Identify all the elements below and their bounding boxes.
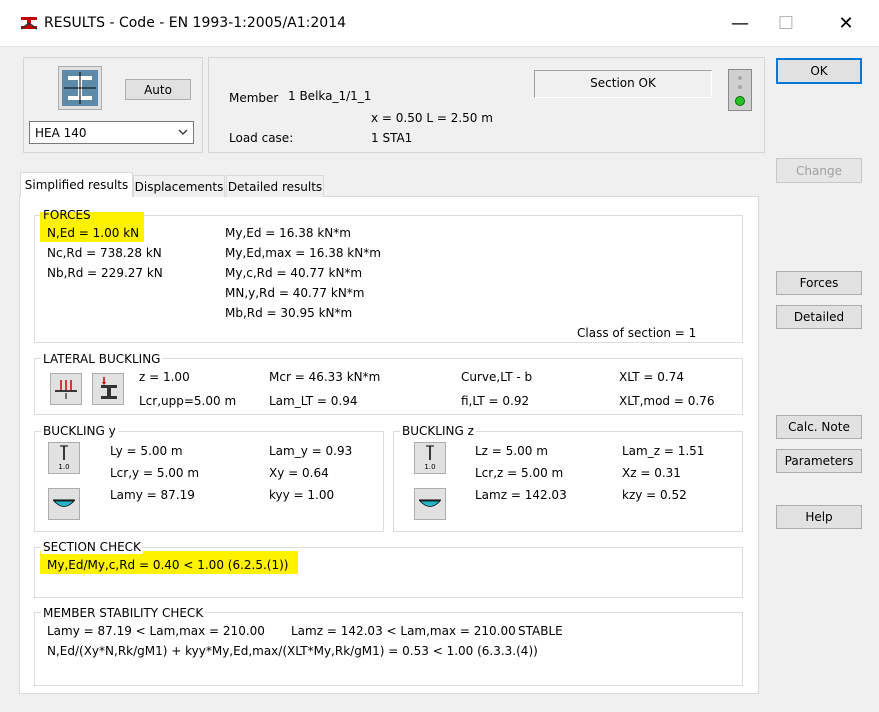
- app-logo-icon: [19, 14, 39, 32]
- close-button[interactable]: ✕: [823, 0, 869, 46]
- section-type-button[interactable]: [58, 66, 102, 110]
- status-light-green-icon: [735, 96, 745, 106]
- title-bar: RESULTS - Code - EN 1993-1:2005/A1:2014 …: [0, 0, 879, 47]
- forces-title: FORCES: [43, 208, 91, 222]
- i-beam-icon: [62, 70, 98, 106]
- buckling-y-title: BUCKLING y: [41, 424, 118, 438]
- lb-z: z = 1.00: [139, 370, 190, 384]
- moment-my-ed-max: My,Ed,max = 16.38 kN*m: [225, 246, 381, 260]
- ms-formula: N,Ed/(Xy*N,Rk/gM1) + kyy*My,Ed,max/(XLT*…: [47, 644, 538, 658]
- buckling-z-deformation-button[interactable]: [414, 488, 446, 520]
- calc-note-button[interactable]: Calc. Note: [776, 415, 862, 439]
- ok-button[interactable]: OK: [776, 58, 862, 84]
- by-lamy: Lamy = 87.19: [110, 488, 195, 502]
- moment-mb-rd: Mb,Rd = 30.95 kN*m: [225, 306, 353, 320]
- maximize-button[interactable]: ☐: [763, 0, 809, 46]
- tab-displacements[interactable]: Displacements: [133, 175, 225, 197]
- buckling-z-title: BUCKLING z: [400, 424, 476, 438]
- bz-lcr-z: Lcr,z = 5.00 m: [475, 466, 564, 480]
- profile-select[interactable]: HEA 140: [29, 121, 194, 144]
- by-xy: Xy = 0.64: [269, 466, 329, 480]
- force-nc-rd: Nc,Rd = 738.28 kN: [47, 246, 162, 260]
- profile-select-value: HEA 140: [35, 126, 87, 140]
- lb-lcr-upp: Lcr,upp=5.00 m: [139, 394, 237, 408]
- bz-kzy: kzy = 0.52: [622, 488, 687, 502]
- member-value: 1 Belka_1/1_1: [288, 89, 372, 103]
- lb-mcr: Mcr = 46.33 kN*m: [269, 370, 381, 384]
- moment-mn-y-rd: MN,y,Rd = 40.77 kN*m: [225, 286, 365, 300]
- auto-button[interactable]: Auto: [125, 79, 191, 100]
- by-lam-y: Lam_y = 0.93: [269, 444, 353, 458]
- section-status-field: Section OK: [534, 70, 712, 98]
- change-button[interactable]: Change: [776, 158, 862, 183]
- lateral-buckling-title: LATERAL BUCKLING: [41, 352, 163, 366]
- member-stability-title: MEMBER STABILITY CHECK: [41, 606, 206, 620]
- detailed-button[interactable]: Detailed: [776, 305, 862, 329]
- lb-xlt: XLT = 0.74: [619, 370, 684, 384]
- bz-lamz: Lamz = 142.03: [475, 488, 567, 502]
- ms-lamy: Lamy = 87.19 < Lam,max = 210.00: [47, 624, 265, 638]
- buckling-shape-icon: [419, 499, 441, 507]
- parameters-button[interactable]: Parameters: [776, 449, 862, 473]
- buckling-z-icon-label: 1.0: [424, 463, 435, 471]
- by-kyy: kyy = 1.00: [269, 488, 335, 502]
- minimize-button[interactable]: —: [717, 0, 763, 46]
- ms-stable: STABLE: [518, 624, 563, 638]
- lb-xlt-mod: XLT,mod = 0.76: [619, 394, 715, 408]
- buckling-length-icon: 1.0: [424, 445, 436, 471]
- lb-curve-lt: Curve,LT - b: [461, 370, 533, 384]
- i-beam-load-icon: [101, 377, 117, 399]
- buckling-shape-icon: [53, 499, 75, 507]
- by-ly: Ly = 5.00 m: [110, 444, 183, 458]
- window-title: RESULTS - Code - EN 1993-1:2005/A1:2014: [44, 15, 347, 31]
- lb-lam-lt: Lam_LT = 0.94: [269, 394, 358, 408]
- section-check-line: My,Ed/My,c,Rd = 0.40 < 1.00 (6.2.5.(1)): [47, 558, 289, 572]
- buckling-y-deformation-button[interactable]: [48, 488, 80, 520]
- class-of-section: Class of section = 1: [577, 326, 697, 340]
- moment-my-c-rd: My,c,Rd = 40.77 kN*m: [225, 266, 363, 280]
- bz-xz: Xz = 0.31: [622, 466, 681, 480]
- tab-simplified-results[interactable]: Simplified results: [20, 172, 133, 197]
- status-light-off-icon: [738, 85, 742, 89]
- load-level-button[interactable]: [50, 373, 82, 405]
- force-n-ed: N,Ed = 1.00 kN: [47, 226, 140, 240]
- position-value: x = 0.50 L = 2.50 m: [371, 111, 493, 125]
- bz-lam-z: Lam_z = 1.51: [622, 444, 705, 458]
- moment-my-ed: My,Ed = 16.38 kN*m: [225, 226, 351, 240]
- forces-button[interactable]: Forces: [776, 271, 862, 295]
- load-case-label: Load case:: [229, 131, 294, 145]
- section-load-button[interactable]: [92, 373, 124, 405]
- lb-fi-lt: fi,LT = 0.92: [461, 394, 530, 408]
- ms-lamz: Lamz = 142.03 < Lam,max = 210.00: [291, 624, 516, 638]
- section-status-text: Section OK: [590, 76, 656, 90]
- buckling-z-length-button[interactable]: 1.0: [414, 442, 446, 474]
- tab-detailed-results[interactable]: Detailed results: [226, 175, 324, 197]
- chevron-down-icon: [178, 129, 188, 135]
- buckling-y-length-button[interactable]: 1.0: [48, 442, 80, 474]
- status-traffic-light: [728, 69, 752, 111]
- buckling-length-icon: 1.0: [58, 445, 70, 471]
- by-lcr-y: Lcr,y = 5.00 m: [110, 466, 200, 480]
- load-arrows-icon: [55, 380, 77, 399]
- load-case-value: 1 STA1: [371, 131, 413, 145]
- bz-lz: Lz = 5.00 m: [475, 444, 548, 458]
- help-button[interactable]: Help: [776, 505, 862, 529]
- status-light-off-icon: [738, 76, 742, 80]
- section-check-title: SECTION CHECK: [41, 540, 143, 554]
- member-label: Member: [229, 91, 279, 105]
- buckling-y-icon-label: 1.0: [58, 463, 69, 471]
- force-nb-rd: Nb,Rd = 229.27 kN: [47, 266, 163, 280]
